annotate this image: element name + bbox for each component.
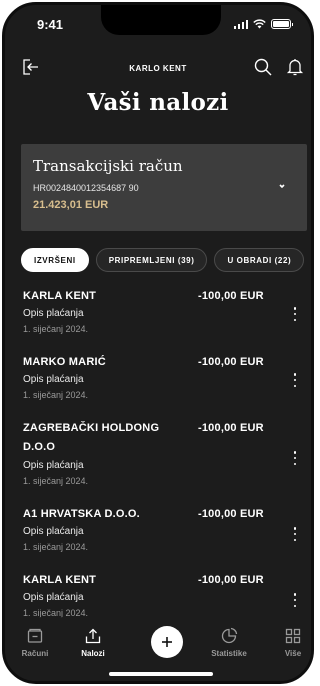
- plus-icon: [162, 637, 172, 647]
- notch: [101, 5, 221, 35]
- tab-pripremljeni[interactable]: PRIPREMLJENI (39): [95, 248, 208, 272]
- order-status-tabs: IZVRŠENI PRIPREMLJENI (39) U OBRADI (22): [21, 248, 305, 272]
- order-payee: ZAGREBAČKI HOLDONG D.O.O: [23, 422, 160, 453]
- pie-chart-icon: [221, 627, 238, 644]
- order-date: 1. siječanj 2024.: [23, 476, 89, 486]
- grid-icon: [285, 628, 301, 644]
- phone-screen: 9:41 KARLO KENT Vaši nalozi Transakcijsk…: [2, 2, 314, 684]
- order-payee: MARKO MARIĆ: [23, 356, 106, 368]
- account-selector[interactable]: Transakcijski račun HR0024840012354687 9…: [21, 144, 307, 231]
- signal-icon: [233, 19, 248, 29]
- more-options-icon[interactable]: [288, 305, 302, 323]
- order-description: Opis plaćanja: [23, 526, 84, 537]
- more-options-icon[interactable]: [288, 525, 302, 543]
- order-amount: -100,00 EUR: [198, 574, 264, 586]
- home-indicator: [109, 672, 213, 676]
- nav-item-statistike[interactable]: Statistike: [207, 627, 251, 658]
- order-payee: A1 HRVATSKA D.O.O.: [23, 508, 140, 520]
- nav-item-nalozi[interactable]: Nalozi: [71, 627, 115, 658]
- order-amount: -100,00 EUR: [198, 290, 264, 302]
- nav-label: Više: [284, 649, 302, 658]
- order-description: Opis plaćanja: [23, 460, 84, 471]
- tab-u-obradi[interactable]: U OBRADI (22): [214, 248, 305, 272]
- more-options-icon[interactable]: [288, 449, 302, 467]
- nav-label: Statistike: [211, 649, 247, 658]
- order-amount: -100,00 EUR: [198, 356, 264, 368]
- account-iban: HR0024840012354687 90: [33, 183, 139, 193]
- order-amount: -100,00 EUR: [198, 422, 264, 434]
- order-date: 1. siječanj 2024.: [23, 542, 89, 552]
- order-description: Opis plaćanja: [23, 374, 84, 385]
- order-payee: KARLA KENT: [23, 574, 97, 586]
- page-title: Vaši nalozi: [87, 89, 229, 116]
- order-description: Opis plaćanja: [23, 592, 84, 603]
- upload-icon: [85, 628, 101, 644]
- account-name: Transakcijski račun: [33, 157, 183, 175]
- nav-item-vise[interactable]: Više: [271, 627, 311, 658]
- more-options-icon[interactable]: [288, 591, 302, 609]
- order-description: Opis plaćanja: [23, 308, 84, 319]
- new-order-button[interactable]: [151, 626, 183, 658]
- search-icon[interactable]: [253, 57, 273, 77]
- status-time: 9:41: [37, 17, 64, 32]
- wallet-icon: [27, 628, 43, 643]
- battery-icon: [271, 19, 293, 29]
- status-icons: [233, 19, 293, 29]
- nav-label: Računi: [21, 649, 49, 658]
- chevron-down-icon[interactable]: [277, 182, 287, 190]
- nav-label: Nalozi: [81, 649, 105, 658]
- order-date: 1. siječanj 2024.: [23, 324, 89, 334]
- wifi-icon: [253, 19, 266, 29]
- order-payee: KARLA KENT: [23, 290, 97, 302]
- tab-izvrseni[interactable]: IZVRŠENI: [21, 248, 89, 272]
- nav-item-racuni[interactable]: Računi: [13, 627, 57, 658]
- order-amount: -100,00 EUR: [198, 508, 264, 520]
- more-options-icon[interactable]: [288, 371, 302, 389]
- bell-icon[interactable]: [285, 57, 305, 77]
- order-date: 1. siječanj 2024.: [23, 390, 89, 400]
- account-balance: 21.423,01 EUR: [33, 199, 109, 211]
